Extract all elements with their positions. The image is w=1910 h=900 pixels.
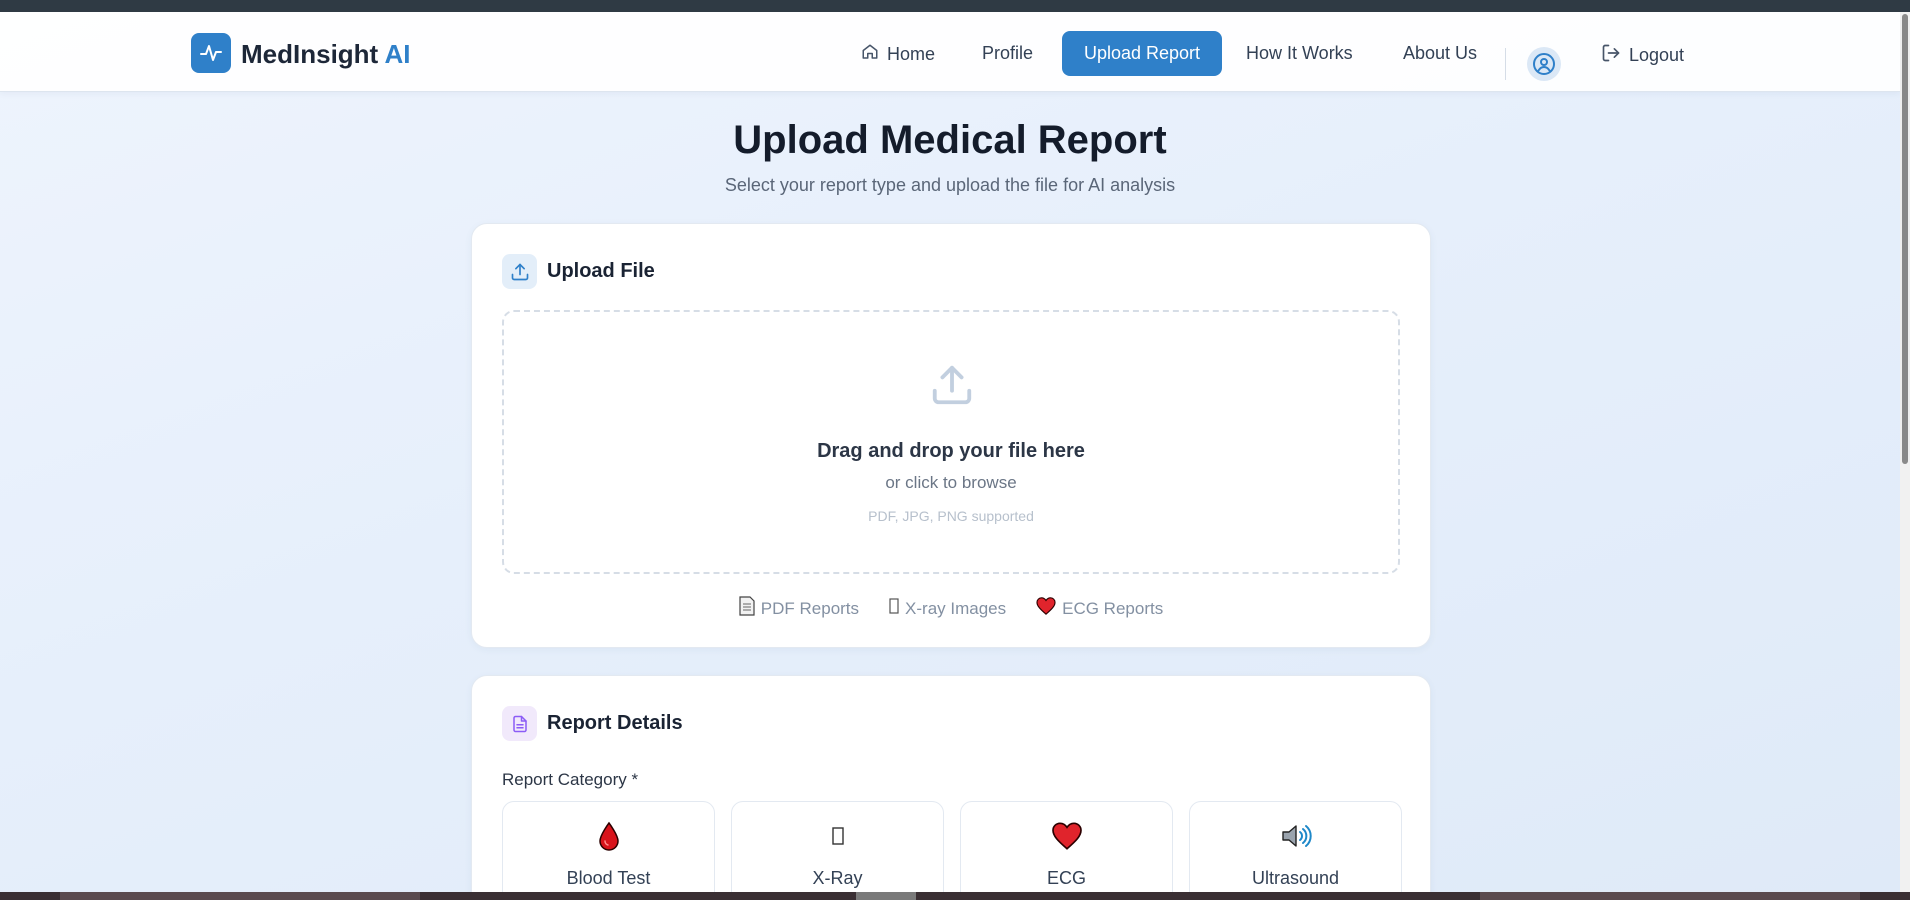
report-category-grid: Blood Test X-Ray ECG Ultrasound [502,801,1402,892]
category-ultrasound[interactable]: Ultrasound [1189,801,1402,892]
category-x-ray-label: X-Ray [812,868,863,888]
logout-label: Logout [1629,45,1685,65]
category-ecg[interactable]: ECG [960,801,1173,892]
speaker-icon [1190,820,1401,852]
type-pdf-label: PDF Reports [760,598,860,618]
page-subtitle: Select your report type and upload the f… [724,175,1176,195]
app-viewport: MedInsight AI Home Profile Upload Report… [0,12,1900,892]
logout-button[interactable]: Logout [1601,43,1684,68]
taskbar-item-active[interactable] [856,892,916,900]
supported-types-row: PDF Reports X-ray Images ECG Reports [472,596,1430,621]
heart-icon [961,820,1172,852]
category-blood-test[interactable]: Blood Test [502,801,715,892]
blood-drop-icon [503,820,714,852]
file-text-icon [502,706,537,741]
logout-icon [1601,43,1621,68]
user-circle-icon [1533,53,1555,75]
category-ecg-label: ECG [1046,868,1086,888]
user-avatar-button[interactable] [1527,47,1561,81]
top-navbar: MedInsight AI Home Profile Upload Report… [0,12,1900,92]
document-icon [739,596,755,621]
type-xray-label: X-ray Images [905,598,1007,618]
page-scrollbar-thumb[interactable] [1902,14,1908,464]
nav-upload-report-label: Upload Report [1083,43,1201,63]
brand-accent: AI [384,39,411,69]
nav-upload-report[interactable]: Upload Report [1062,31,1222,76]
taskbar-item[interactable] [1480,892,1860,900]
upload-cloud-icon [929,362,975,413]
dropzone-format-hint: PDF, JPG, PNG supported [868,508,1034,524]
pulse-icon[interactable] [191,33,231,73]
nav-divider [1505,48,1506,80]
missing-glyph-icon [889,598,899,619]
dropzone-browse-text: or click to browse [885,473,1017,492]
nav-profile-label: Profile [982,43,1034,63]
page-title: Upload Medical Report [733,118,1167,162]
brand-logo-text[interactable]: MedInsight AI [241,39,410,70]
dropzone-title: Drag and drop your file here [817,440,1085,462]
type-pdf-reports: PDF Reports [739,596,859,621]
category-blood-test-label: Blood Test [566,868,651,888]
details-card-title: Report Details [547,712,683,734]
file-dropzone[interactable]: Drag and drop your file here or click to… [502,310,1400,574]
nav-how-it-works-label: How It Works [1246,43,1353,63]
type-xray-images: X-ray Images [889,596,1006,621]
category-x-ray[interactable]: X-Ray [731,801,944,892]
nav-home-label: Home [887,44,936,64]
upload-file-card: Upload File Drag and drop your file here… [471,223,1431,648]
upload-icon [502,254,537,289]
report-details-card: Report Details Report Category * Blood T… [471,675,1431,892]
nav-about-us-label: About Us [1403,43,1478,63]
upload-card-title: Upload File [547,260,655,282]
brand-name: MedInsight [241,39,379,69]
heart-icon [1036,597,1056,620]
type-ecg-label: ECG Reports [1062,598,1164,618]
nav-about-us[interactable]: About Us [1403,43,1477,64]
missing-glyph-icon [732,820,943,852]
nav-how-it-works[interactable]: How It Works [1246,43,1353,64]
os-taskbar [0,892,1910,900]
taskbar-item[interactable] [60,892,420,900]
category-ultrasound-label: Ultrasound [1251,868,1340,888]
nav-profile[interactable]: Profile [982,43,1033,64]
type-ecg-reports: ECG Reports [1036,596,1163,621]
home-icon [861,43,879,66]
report-category-label: Report Category * [502,770,639,789]
nav-home[interactable]: Home [861,43,935,66]
